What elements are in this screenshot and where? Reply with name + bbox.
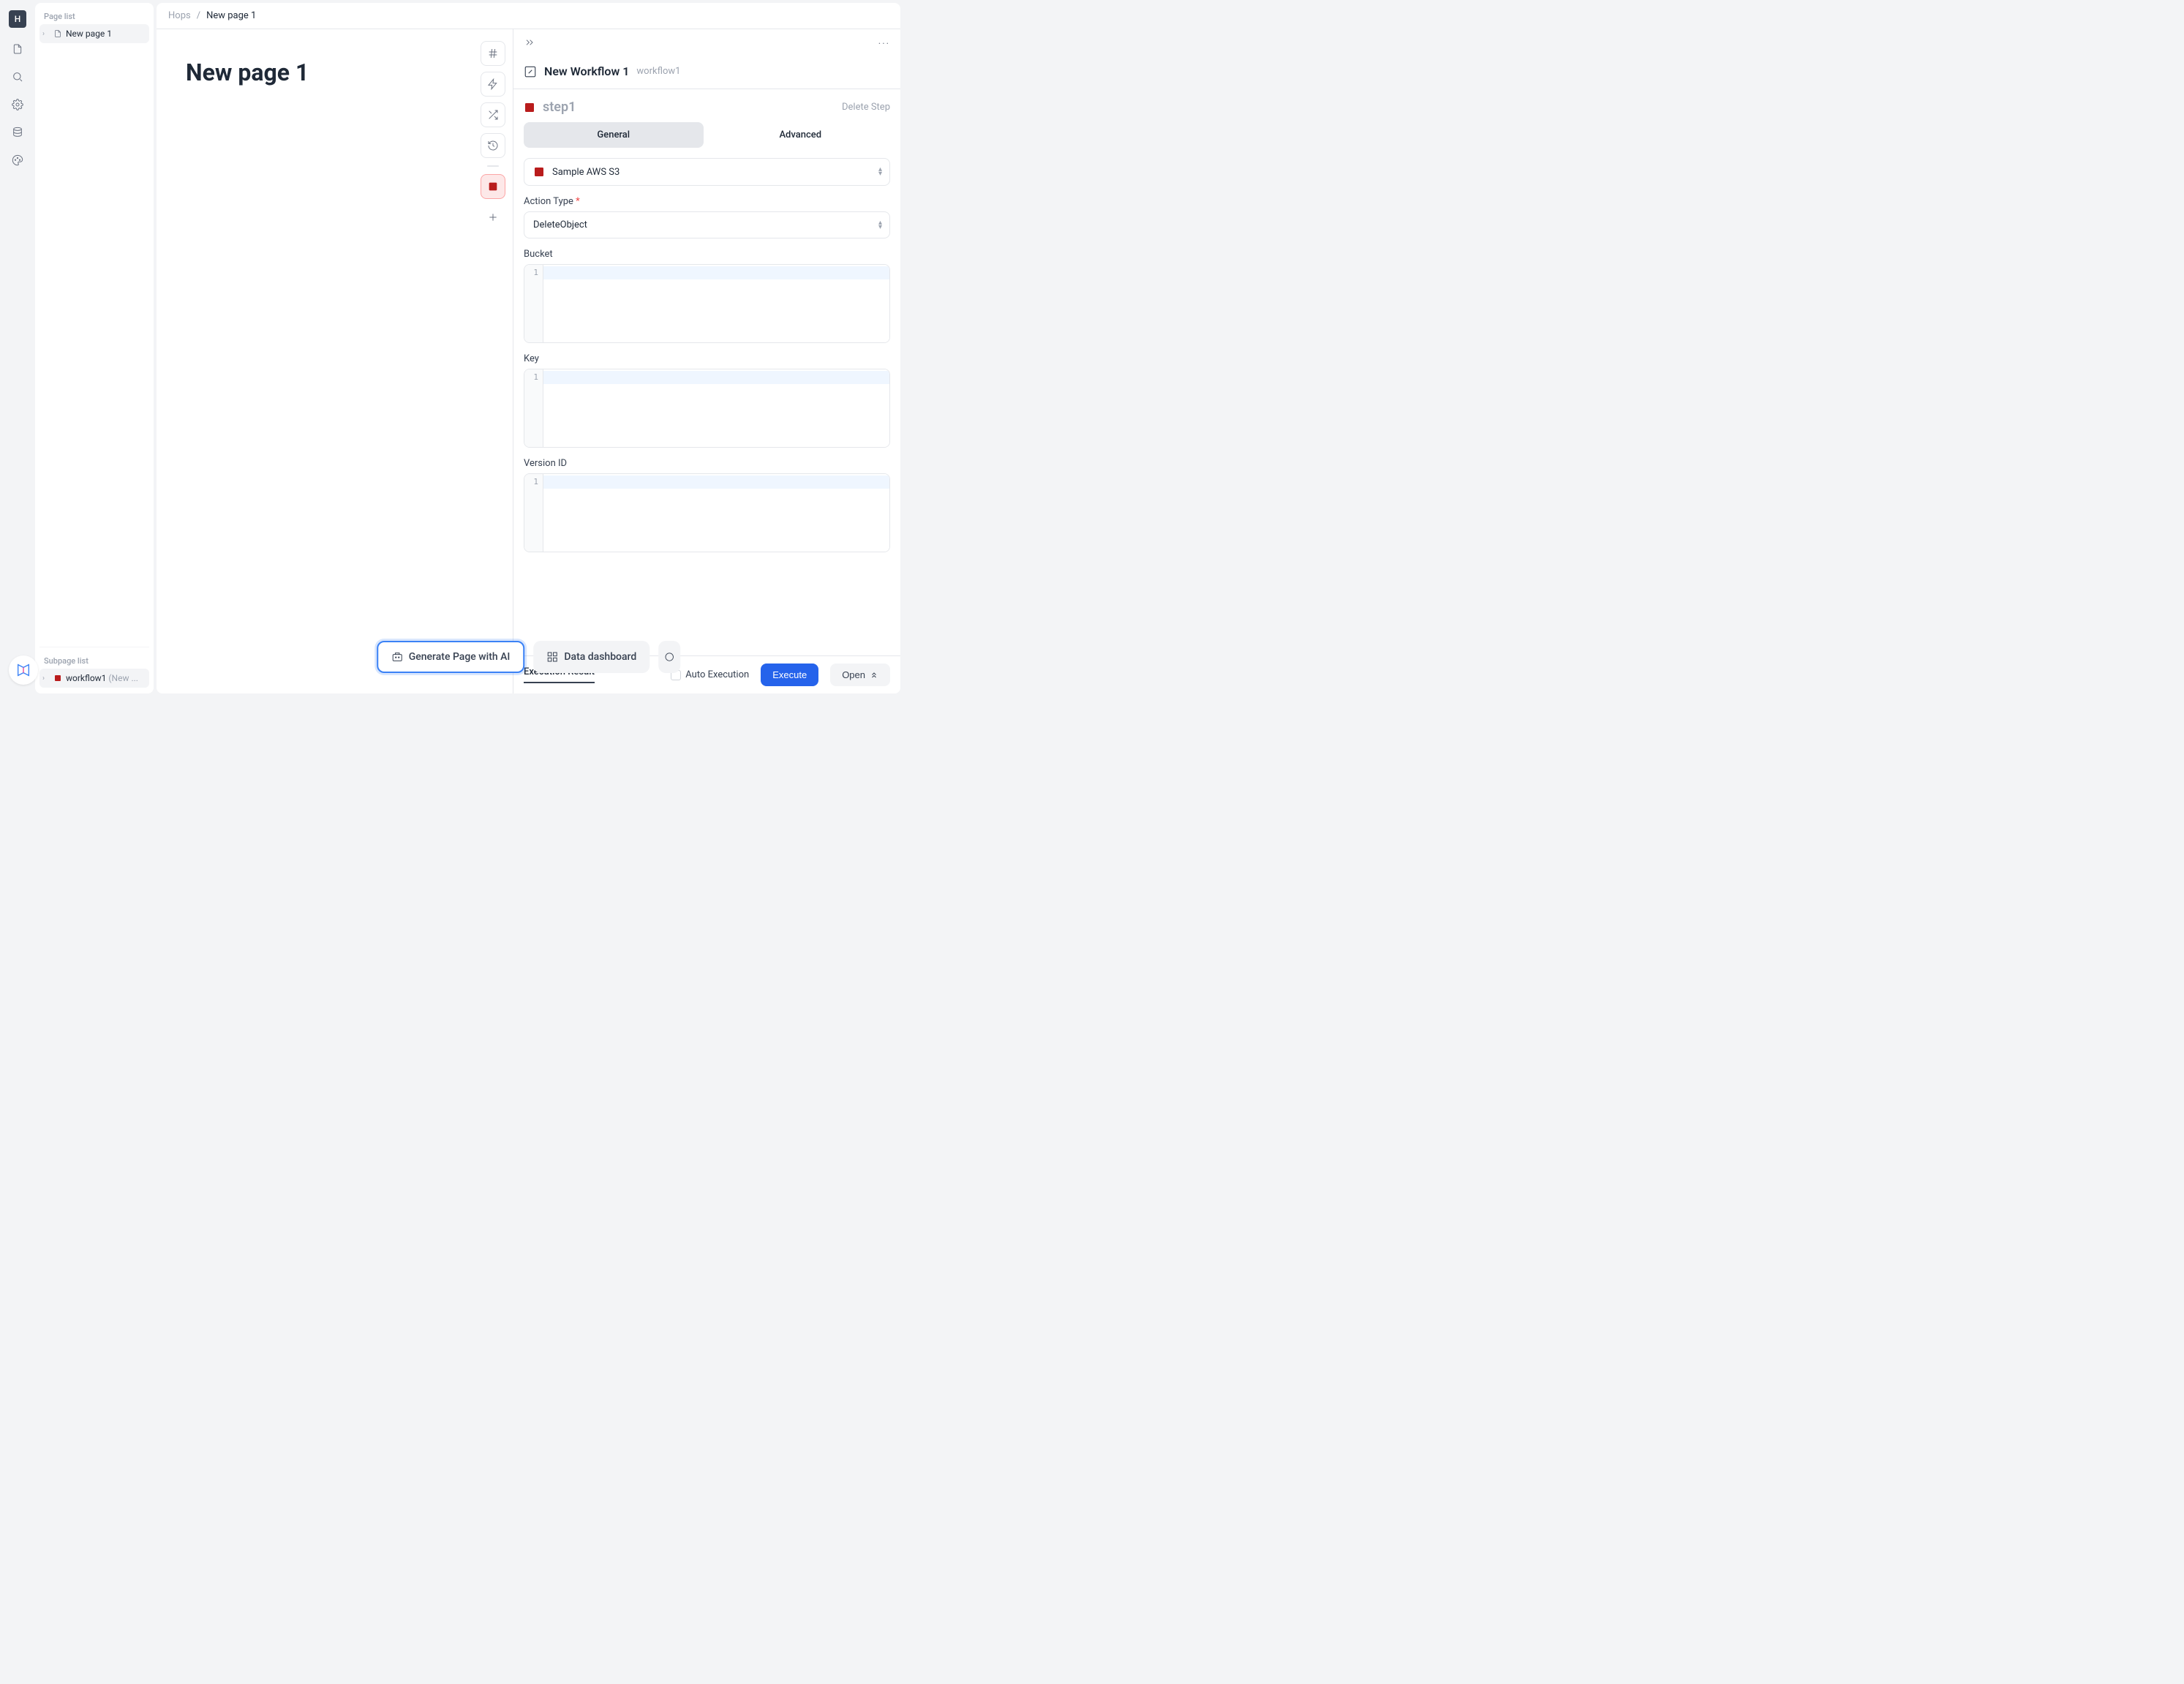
toolbar-divider [481, 164, 505, 168]
palette-icon[interactable] [11, 154, 24, 167]
chevron-up-double-icon [870, 671, 878, 680]
version-id-label: Version ID [524, 458, 890, 469]
right-panel: ··· New Workflow 1 workflow1 step1 [513, 29, 900, 693]
subpage-list-label: Subpage list [39, 653, 149, 669]
subpage-item-label: workflow1 (New ... [66, 673, 138, 683]
bucket-input[interactable]: 1 [524, 264, 890, 343]
canvas: New page 1 [157, 29, 513, 693]
aws-icon [524, 102, 535, 113]
action-type-label: Action Type * [524, 196, 890, 207]
page-title[interactable]: New page 1 [186, 59, 483, 86]
page-sidebar: Page list › New page 1 Subpage list › wo… [35, 3, 154, 693]
key-label: Key [524, 353, 890, 364]
bucket-label: Bucket [524, 249, 890, 260]
workflow-edit-icon [524, 65, 537, 78]
generate-ai-button[interactable]: Generate Page with AI [377, 641, 525, 673]
page-item-label: New page 1 [66, 29, 112, 39]
add-step-button[interactable] [481, 205, 505, 230]
open-button[interactable]: Open [830, 664, 890, 686]
updown-icon: ▴▾ [878, 168, 882, 176]
tab-advanced[interactable]: Advanced [711, 122, 891, 148]
breadcrumb-current: New page 1 [206, 10, 256, 21]
vertical-toolbar [481, 41, 505, 230]
action-type-value: DeleteObject [533, 219, 587, 230]
execute-button[interactable]: Execute [761, 664, 818, 686]
code-gutter: 1 [524, 474, 543, 552]
delete-step-button[interactable]: Delete Step [842, 102, 890, 113]
workflow-icon [53, 674, 63, 683]
database-icon[interactable] [11, 126, 24, 139]
version-id-input[interactable]: 1 [524, 473, 890, 552]
action-type-select[interactable]: DeleteObject ▴▾ [524, 211, 890, 238]
generate-ai-label: Generate Page with AI [409, 651, 511, 663]
step-name[interactable]: step1 [543, 99, 576, 115]
collapse-icon[interactable] [524, 37, 535, 51]
avatar[interactable]: H [9, 10, 26, 28]
breadcrumb-sep: / [197, 10, 200, 21]
updown-icon: ▴▾ [878, 221, 882, 230]
shuffle-tool[interactable] [481, 102, 505, 127]
history-tool[interactable] [481, 133, 505, 158]
more-icon[interactable]: ··· [878, 39, 890, 50]
key-input[interactable]: 1 [524, 369, 890, 448]
bolt-tool[interactable] [481, 72, 505, 97]
logo-badge[interactable] [9, 655, 38, 685]
datasource-value: Sample AWS S3 [552, 167, 620, 178]
breadcrumb-root[interactable]: Hops [168, 10, 191, 21]
code-gutter: 1 [524, 265, 543, 342]
chevron-right-icon: › [42, 30, 50, 38]
page-item[interactable]: › New page 1 [39, 24, 149, 43]
auto-execution-label: Auto Execution [685, 669, 749, 680]
auto-execution-toggle[interactable]: Auto Execution [671, 669, 749, 680]
subpage-item[interactable]: › workflow1 (New ... [39, 669, 149, 688]
pages-icon[interactable] [11, 42, 24, 56]
page-list-label: Page list [39, 9, 149, 24]
chevron-right-icon: › [42, 674, 50, 683]
workflow-title[interactable]: New Workflow 1 [544, 64, 629, 78]
settings-icon[interactable] [11, 98, 24, 111]
datasource-select[interactable]: Sample AWS S3 ▴▾ [524, 158, 890, 186]
more-chip[interactable] [658, 641, 680, 673]
data-dashboard-button[interactable]: Data dashboard [533, 641, 649, 673]
main: Hops / New page 1 New page 1 ··· [157, 3, 900, 693]
tab-general[interactable]: General [524, 122, 704, 148]
breadcrumb: Hops / New page 1 [168, 10, 256, 21]
hash-tool[interactable] [481, 41, 505, 66]
code-gutter: 1 [524, 369, 543, 447]
aws-step-tool[interactable] [481, 174, 505, 199]
data-dashboard-label: Data dashboard [564, 651, 636, 663]
topbar: Hops / New page 1 [157, 3, 900, 29]
suggestion-chips: Generate Page with AI Data dashboard [377, 641, 681, 673]
icon-rail: H [3, 3, 32, 693]
search-icon[interactable] [11, 70, 24, 83]
workflow-subtitle: workflow1 [636, 66, 680, 77]
page-icon [53, 29, 63, 38]
aws-icon [533, 166, 545, 178]
